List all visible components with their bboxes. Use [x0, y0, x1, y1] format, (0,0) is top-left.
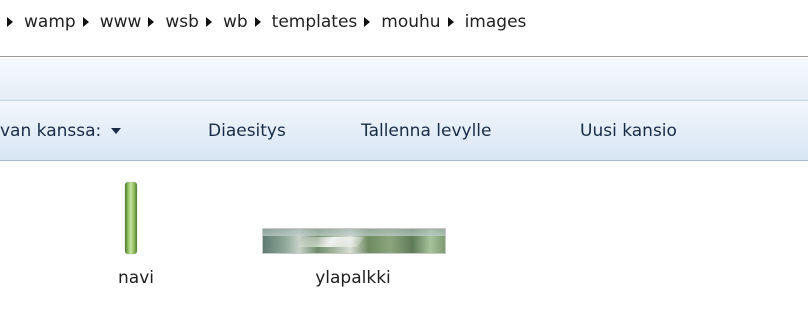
breadcrumb-label[interactable]: wb — [223, 12, 248, 32]
image-thumbnail — [125, 182, 137, 254]
file-item-ylapalkki[interactable]: ylapalkki — [255, 161, 455, 301]
burn-label: Tallenna levylle — [361, 120, 492, 141]
breadcrumb-label[interactable]: images — [465, 12, 527, 32]
share-with-label: van kanssa: — [0, 120, 102, 141]
breadcrumb-label[interactable]: templates — [272, 12, 358, 32]
thumbnail-highlight — [297, 237, 365, 247]
file-list: navi ylapalkki — [0, 161, 808, 314]
chevron-right-icon[interactable] — [148, 17, 155, 27]
chevron-down-icon — [111, 127, 122, 134]
divider — [0, 56, 808, 57]
new-folder-button[interactable]: Uusi kansio — [580, 101, 677, 160]
file-name: ylapalkki — [315, 268, 391, 288]
breadcrumb-item-wsb[interactable]: wsb — [141, 12, 199, 32]
command-bar: van kanssa: Diaesitys Tallenna levylle U… — [0, 101, 808, 161]
image-thumbnail — [262, 228, 446, 254]
share-with-button[interactable]: van kanssa: — [0, 101, 122, 160]
slideshow-label: Diaesitys — [208, 120, 286, 141]
breadcrumb-label[interactable]: www — [100, 12, 142, 32]
chevron-right-icon[interactable] — [364, 17, 371, 27]
breadcrumb-label[interactable]: mouhu — [381, 12, 440, 32]
chevron-right-icon[interactable] — [205, 17, 212, 27]
breadcrumb-item-mouhu[interactable]: mouhu — [357, 12, 441, 32]
breadcrumb-item-images[interactable]: images — [441, 12, 527, 32]
breadcrumb-label[interactable]: wsb — [165, 12, 199, 32]
breadcrumb-item-wamp[interactable]: wamp — [0, 12, 76, 32]
chevron-right-icon[interactable] — [447, 17, 454, 27]
chevron-right-icon[interactable] — [82, 17, 89, 27]
breadcrumb-item-templates[interactable]: templates — [248, 12, 358, 32]
breadcrumb-label[interactable]: wamp — [24, 12, 76, 32]
new-folder-label: Uusi kansio — [580, 120, 677, 141]
breadcrumb-item-www[interactable]: www — [76, 12, 142, 32]
address-bar[interactable]: wamp www wsb wb templates mouhu images — [0, 0, 808, 44]
thumbnail-sky — [263, 229, 445, 236]
burn-button[interactable]: Tallenna levylle — [361, 101, 491, 160]
menu-strip — [0, 58, 808, 101]
chevron-right-icon[interactable] — [7, 17, 13, 27]
chevron-right-icon[interactable] — [254, 17, 261, 27]
file-name: navi — [118, 268, 154, 288]
slideshow-button[interactable]: Diaesitys — [208, 101, 286, 160]
file-item-navi[interactable]: navi — [95, 161, 175, 301]
breadcrumb-item-wb[interactable]: wb — [199, 12, 248, 32]
